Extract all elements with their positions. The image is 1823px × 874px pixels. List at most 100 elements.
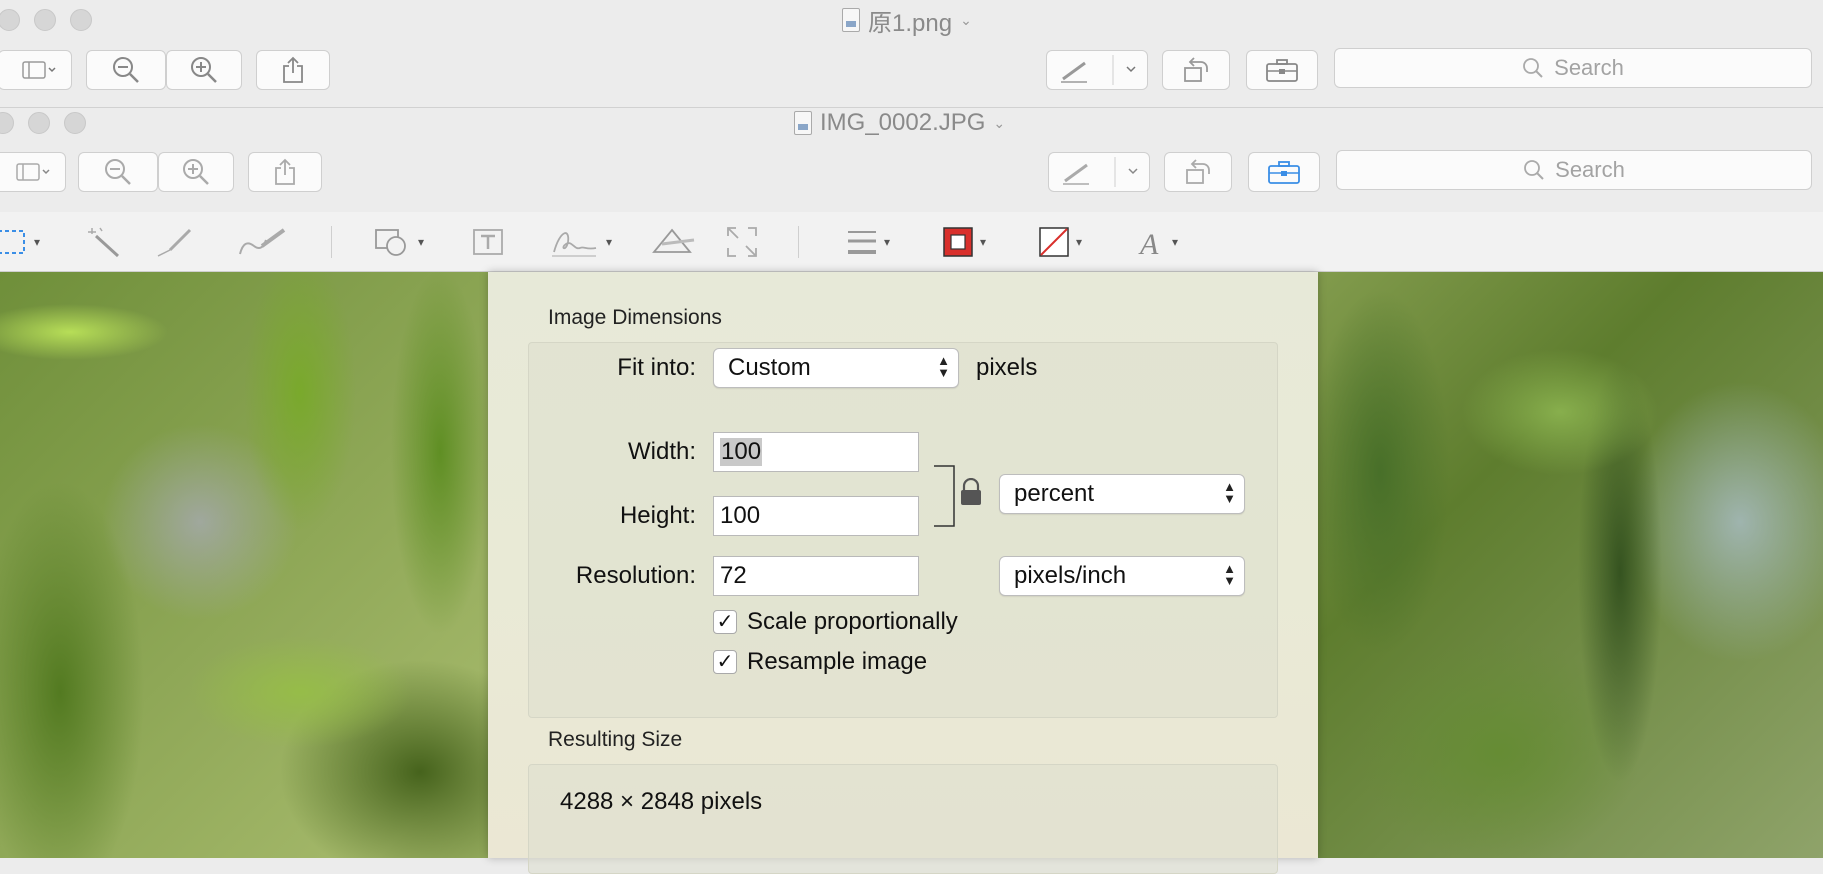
resolution-field[interactable]: 72: [713, 556, 919, 596]
fill-color-tool[interactable]: ▾: [1038, 226, 1082, 258]
front-traffic-lights: [0, 108, 86, 138]
height-field[interactable]: 100: [713, 496, 919, 536]
back-window-title[interactable]: 原1.png ⌄: [842, 0, 972, 40]
resolution-unit-value: pixels/inch: [1014, 562, 1127, 589]
scale-proportionally-checkbox[interactable]: ✓ Scale proportionally: [713, 608, 958, 636]
instant-alpha-tool[interactable]: [86, 226, 122, 258]
toolbox-icon: [1268, 161, 1300, 184]
rect-select-icon: [0, 230, 25, 254]
close-light[interactable]: [0, 9, 20, 31]
document-icon: [842, 8, 860, 32]
chevron-down-icon: ▾: [884, 235, 891, 249]
minimize-light[interactable]: [28, 112, 50, 134]
back-window: 原1.png ⌄ Search: [0, 0, 1823, 108]
up-down-arrows-icon: ▲ ▼: [1223, 561, 1236, 588]
chevron-down-icon: ▾: [606, 235, 613, 249]
chevron-down-icon: ⌄: [960, 11, 972, 28]
front-window: IMG_0002.JPG ⌄ Search: [0, 108, 1823, 212]
sketch-tool[interactable]: [156, 226, 196, 258]
resample-image-checkbox[interactable]: ✓ Resample image: [713, 648, 927, 676]
border-color-tool[interactable]: ▾: [942, 226, 986, 258]
back-markup-button[interactable]: [1046, 50, 1148, 90]
back-rotate-button[interactable]: [1162, 50, 1230, 90]
markup-toolbar: ▾ ▾ ▾ ▾ ▾ ▾ A ▾: [0, 212, 1823, 272]
fit-into-value: Custom: [728, 354, 811, 381]
back-zoom-out-button[interactable]: [86, 50, 166, 90]
chevron-down-icon: ⌄: [993, 114, 1006, 131]
adjust-size-sheet: Image Dimensions Fit into: Custom ▲ ▼ pix…: [488, 272, 1318, 874]
front-window-title[interactable]: IMG_0002.JPG ⌄: [794, 108, 1005, 138]
checkmark-icon: ✓: [713, 650, 737, 674]
search-placeholder: Search: [1554, 55, 1624, 80]
adjust-size-tool[interactable]: [726, 226, 760, 258]
share-icon: [275, 158, 295, 185]
markup-pen-icon: [1063, 157, 1138, 187]
line-style-tool[interactable]: ▾: [846, 226, 890, 258]
front-sidebar-button[interactable]: [0, 152, 66, 192]
width-value: 100: [720, 438, 763, 466]
back-search-field[interactable]: Search: [1334, 48, 1812, 88]
close-light[interactable]: [0, 112, 14, 134]
resolution-label: Resolution:: [575, 562, 696, 589]
back-zoom-in-button[interactable]: [166, 50, 242, 90]
front-rotate-button[interactable]: [1164, 152, 1232, 192]
text-box-icon: [473, 229, 503, 255]
chevron-down-icon: ▾: [418, 235, 425, 249]
front-title-text: IMG_0002.JPG: [820, 109, 986, 136]
front-search-field[interactable]: Search: [1336, 150, 1812, 190]
text-tool[interactable]: [472, 226, 506, 258]
magic-wand-icon: [88, 227, 120, 258]
svg-text:A: A: [1138, 228, 1159, 258]
resulting-size-value: 4288 × 2848 pixels: [560, 788, 763, 815]
back-share-button[interactable]: [256, 50, 330, 90]
zoom-light[interactable]: [70, 9, 92, 31]
width-field[interactable]: 100: [713, 432, 919, 472]
front-toolbox-button[interactable]: [1248, 152, 1320, 192]
front-zoom-in-button[interactable]: [158, 152, 234, 192]
toolbar-separator: [798, 226, 799, 258]
rotate-icon: [1184, 57, 1208, 82]
rotate-icon: [1186, 159, 1210, 184]
chevron-down-icon: ▾: [1172, 235, 1179, 249]
chevron-down-icon: ▾: [34, 235, 41, 249]
adjust-color-tool[interactable]: [652, 226, 696, 258]
zoom-out-icon: [113, 57, 139, 83]
back-toolbox-button[interactable]: [1246, 50, 1318, 90]
toolbox-icon: [1266, 59, 1298, 82]
sign-tool[interactable]: ▾: [550, 226, 612, 258]
shapes-icon: [375, 229, 406, 256]
size-unit-popup[interactable]: percent ▲ ▼: [999, 474, 1245, 514]
border-color-icon: [943, 227, 973, 257]
search-icon: [1523, 58, 1543, 78]
draw-tool[interactable]: [236, 226, 290, 258]
signature-icon: [552, 232, 597, 257]
size-unit-value: percent: [1014, 480, 1095, 507]
resulting-size-label: Resulting Size: [548, 728, 683, 751]
zoom-in-icon: [183, 159, 209, 185]
resolution-unit-popup[interactable]: pixels/inch ▲ ▼: [999, 556, 1245, 596]
sidebar-icon: [16, 163, 50, 181]
rect-select-tool[interactable]: ▾: [0, 226, 40, 258]
scale-proportionally-label: Scale proportionally: [747, 608, 958, 635]
text-style-icon: A: [1138, 228, 1159, 258]
back-title-text: 原1.png: [868, 9, 953, 37]
front-markup-button[interactable]: [1048, 152, 1150, 192]
zoom-in-icon: [191, 57, 217, 83]
up-down-arrows-icon: ▲ ▼: [1223, 479, 1236, 506]
text-style-tool[interactable]: A ▾: [1138, 226, 1178, 258]
chevron-down-icon: ▾: [980, 235, 987, 249]
front-zoom-out-button[interactable]: [78, 152, 158, 192]
zoom-light[interactable]: [64, 112, 86, 134]
fit-into-popup[interactable]: Custom ▲ ▼: [713, 348, 959, 388]
back-sidebar-button[interactable]: [0, 50, 72, 90]
shapes-tool[interactable]: ▾: [374, 226, 424, 258]
height-value: 100: [720, 502, 761, 529]
fit-into-unit: pixels: [976, 354, 1038, 381]
fill-color-icon: [1039, 227, 1069, 257]
minimize-light[interactable]: [34, 9, 56, 31]
back-traffic-lights: [0, 0, 92, 40]
front-share-button[interactable]: [248, 152, 322, 192]
toolbar-separator: [331, 226, 332, 258]
lock-icon[interactable]: [958, 478, 984, 508]
sidebar-icon: [22, 61, 56, 79]
